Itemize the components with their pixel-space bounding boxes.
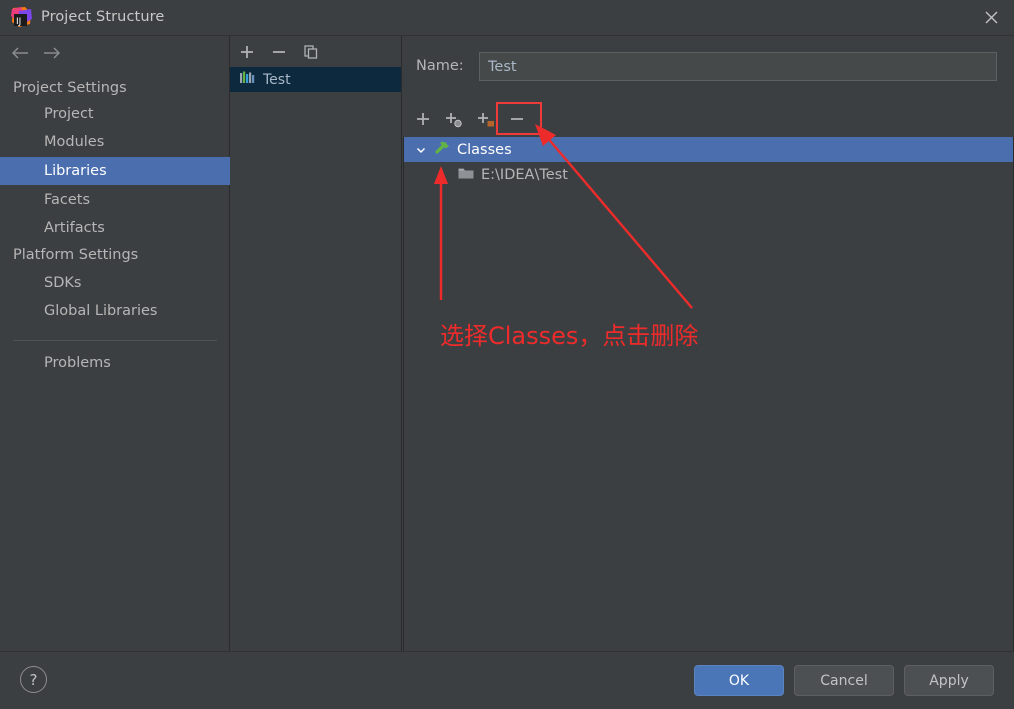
tree-row-classes[interactable]: Classes: [404, 137, 1013, 162]
library-name-row: Name:: [402, 48, 1014, 88]
library-list-panel: Test: [230, 36, 402, 651]
sidebar-item-sdks[interactable]: SDKs: [0, 269, 230, 297]
ok-button[interactable]: OK: [694, 665, 784, 696]
title-bar: IJ Project Structure: [0, 0, 1014, 36]
sidebar-item-global-libraries[interactable]: Global Libraries: [0, 297, 230, 325]
sidebar-item-project[interactable]: Project: [0, 100, 230, 128]
sidebar-item-libraries[interactable]: Libraries: [0, 157, 230, 185]
compiled-classes-hammer-icon: [434, 140, 451, 160]
remove-root-button[interactable]: [502, 104, 532, 134]
intellij-idea-logo-icon: IJ: [11, 7, 32, 28]
add-library-button[interactable]: [236, 41, 258, 63]
list-item-library-test[interactable]: Test: [230, 67, 401, 92]
close-icon[interactable]: [968, 0, 1014, 35]
sidebar-item-artifacts[interactable]: Artifacts: [0, 214, 230, 242]
add-roots-button[interactable]: [409, 104, 437, 134]
tree-node-label-classes: Classes: [457, 141, 512, 158]
library-roots-toolbar: [402, 102, 1014, 136]
chevron-down-icon[interactable]: [414, 143, 428, 157]
sidebar-group-platform-settings: Platform Settings: [13, 247, 139, 263]
library-books-icon: [240, 71, 255, 89]
cancel-button[interactable]: Cancel: [794, 665, 894, 696]
settings-sidebar: Project Settings Project Modules Librari…: [0, 36, 230, 651]
arrow-right-icon[interactable]: [40, 44, 64, 62]
library-name-label: Test: [263, 71, 291, 88]
window-title: Project Structure: [41, 9, 165, 25]
arrow-left-icon[interactable]: [8, 44, 32, 62]
library-details-panel: Name: Test Classes E:\IDEA\Test: [402, 36, 1014, 683]
sidebar-group-project-settings: Project Settings: [13, 80, 127, 96]
sidebar-item-problems[interactable]: Problems: [0, 349, 230, 377]
library-list-toolbar: [230, 36, 401, 67]
folder-icon: [458, 166, 474, 184]
help-button[interactable]: ?: [20, 666, 47, 693]
name-label: Name:: [416, 58, 464, 74]
tree-node-label-path: E:\IDEA\Test: [481, 166, 568, 183]
copy-library-button[interactable]: [300, 41, 322, 63]
library-list: Test: [230, 67, 401, 651]
sidebar-divider: [13, 340, 217, 341]
tree-row-library-path[interactable]: E:\IDEA\Test: [404, 162, 1013, 187]
remove-library-button[interactable]: [268, 41, 290, 63]
svg-text:IJ: IJ: [16, 17, 21, 27]
sidebar-item-facets[interactable]: Facets: [0, 186, 230, 214]
sidebar-item-modules[interactable]: Modules: [0, 128, 230, 156]
library-name-input[interactable]: [479, 52, 997, 81]
library-roots-tree: Classes E:\IDEA\Test: [403, 137, 1014, 683]
apply-button[interactable]: Apply: [904, 665, 994, 696]
add-directory-button[interactable]: [471, 104, 501, 134]
sidebar-nav-row: [0, 36, 230, 68]
add-sources-button[interactable]: [439, 104, 469, 134]
